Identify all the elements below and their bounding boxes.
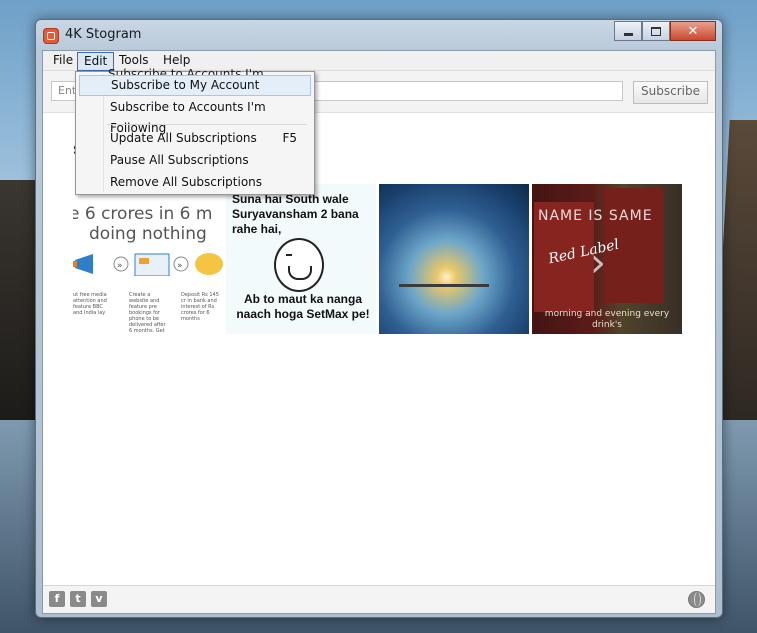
title-bar[interactable]: 4K Stogram ✕ bbox=[36, 20, 722, 50]
desktop-rock-left bbox=[0, 180, 36, 430]
menu-file[interactable]: File bbox=[47, 52, 79, 69]
gallery-thumb-meme[interactable]: Suna hai South wale Suryavansham 2 bana … bbox=[226, 184, 376, 334]
meme-top-text: Suna hai South wale Suryavansham 2 bana … bbox=[232, 192, 359, 236]
wave-horizon bbox=[399, 284, 489, 287]
menu-item-shortcut: F5 bbox=[282, 131, 297, 145]
window-controls: ✕ bbox=[614, 21, 716, 41]
subscribe-button[interactable]: Subscribe bbox=[633, 81, 708, 104]
tea-caption: morning and evening every drink's bbox=[544, 309, 670, 330]
globe-icon[interactable] bbox=[688, 591, 705, 608]
gallery-thumb-infographic[interactable]: e 6 crores in 6 m doing nothing » » ut f… bbox=[73, 184, 223, 334]
gallery-thumb-wave[interactable] bbox=[379, 184, 529, 334]
maximize-icon bbox=[651, 26, 661, 36]
infographic-icons: » » bbox=[73, 253, 223, 276]
app-logo-icon bbox=[43, 28, 59, 44]
menu-item-subscribe-my-account[interactable]: Subscribe to My Account bbox=[79, 75, 311, 96]
menu-item-label: Remove All Subscriptions bbox=[110, 175, 263, 189]
menu-item-subscribe-following[interactable]: Subscribe to Accounts I'm Following bbox=[79, 97, 311, 135]
minimize-icon bbox=[623, 32, 633, 36]
twitter-icon[interactable]: t bbox=[70, 591, 86, 607]
window-title: 4K Stogram bbox=[65, 27, 142, 42]
minimize-button[interactable] bbox=[614, 21, 642, 41]
svg-text:»: » bbox=[177, 261, 183, 271]
thumb1-line2: doing nothing bbox=[89, 224, 207, 244]
troll-face-image bbox=[274, 238, 324, 292]
thumb1-line1: e 6 crores in 6 m bbox=[73, 204, 213, 224]
menu-item-pause-all[interactable]: Pause All Subscriptions bbox=[79, 150, 311, 171]
svg-text:»: » bbox=[117, 261, 123, 271]
status-bar: f t v bbox=[43, 585, 715, 613]
menu-item-remove-all[interactable]: Remove All Subscriptions bbox=[79, 172, 311, 193]
menu-item-label: Pause All Subscriptions bbox=[110, 153, 249, 167]
menu-item-label: Update All Subscriptions bbox=[110, 131, 257, 145]
edit-menu-dropdown: Subscribe to Accounts I'm Following Subs… bbox=[75, 67, 315, 195]
menu-separator bbox=[107, 124, 307, 125]
close-icon: ✕ bbox=[687, 23, 699, 39]
meme-bottom-text: Ab to maut ka nanga naach hoga SetMax pe… bbox=[236, 292, 370, 321]
maximize-button[interactable] bbox=[642, 21, 670, 41]
vimeo-icon[interactable]: v bbox=[91, 591, 107, 607]
tea-headline: NAME IS SAME bbox=[538, 208, 653, 224]
thumb1-caption-3: Deposit Rs 145 cr in bank and interest o… bbox=[181, 292, 219, 322]
close-button[interactable]: ✕ bbox=[670, 21, 716, 41]
chevron-right-icon[interactable]: › bbox=[590, 240, 606, 286]
gallery-thumb-tea[interactable]: NAME IS SAME Red Label › morning and eve… bbox=[532, 184, 682, 334]
menu-item-label: Subscribe to My Account bbox=[111, 78, 260, 92]
facebook-icon[interactable]: f bbox=[49, 591, 65, 607]
thumb1-caption-2: Create a website and feature pre booking… bbox=[129, 292, 166, 334]
thumb1-caption-1: ut free media attention and feature BBC … bbox=[73, 292, 107, 316]
menu-item-update-all[interactable]: Update All Subscriptions F5 bbox=[79, 128, 311, 149]
